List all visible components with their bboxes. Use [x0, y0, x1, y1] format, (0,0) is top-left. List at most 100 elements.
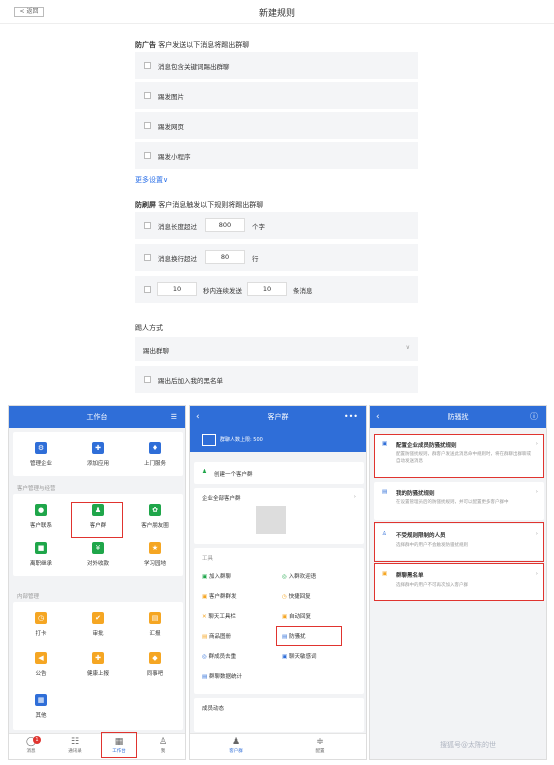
- length-label: 消息长度超过: [158, 223, 197, 231]
- info-icon[interactable]: ⓘ: [530, 406, 538, 428]
- burst-seconds-input[interactable]: 10: [157, 282, 197, 296]
- tool-label: 聊天工具栏: [208, 614, 236, 620]
- ad-heading-text: 客户发送以下消息将踢出群聊: [158, 41, 250, 49]
- checkbox[interactable]: [144, 92, 151, 99]
- chevron-down-icon: ∨: [405, 344, 410, 351]
- app-other[interactable]: ▦ 其他: [13, 694, 69, 719]
- highlight-workbench-tab: [101, 732, 137, 758]
- app-approval[interactable]: ✔ 审批: [70, 612, 126, 637]
- app-health[interactable]: ✚ 健康上报: [70, 652, 126, 677]
- list-icon: ▤: [382, 489, 388, 495]
- my-rules-item[interactable]: ▤ 我的防骚扰规则 在设置管理员后的防骚扰规则，并可以配置更多客户群中 ›: [374, 482, 544, 520]
- tool-label: 自动回复: [288, 614, 311, 620]
- tool-quick-reply[interactable]: ◷ 快捷回复: [282, 592, 311, 600]
- internal-app-card: ◷ 打卡 ✔ 审批 ▤ 汇报 ◀ 公告 ✚ 健康上报 ◆ 同事吧 ▦ 其他: [13, 602, 183, 730]
- toolbar-icon: ✕: [202, 614, 207, 620]
- add-app-icon: ✚: [92, 442, 104, 454]
- tool-label: 聊天敏感词: [288, 654, 317, 660]
- tool-welcome[interactable]: ◎ 入群欢迎语: [282, 572, 316, 580]
- ad-option-row[interactable]: 踢发网页: [135, 112, 418, 139]
- app-clockin[interactable]: ◷ 打卡: [13, 612, 69, 637]
- checkbox[interactable]: [144, 152, 151, 159]
- blacklist-row[interactable]: 踢出后加入我的黑名单: [135, 366, 418, 393]
- more-icon[interactable]: •••: [344, 406, 358, 428]
- tool-catalog[interactable]: ▤ 商品图册: [202, 632, 231, 640]
- burst-mid-label: 秒内连续发送: [203, 287, 242, 295]
- group-grid-icon: [202, 434, 216, 446]
- lines-input[interactable]: 80: [205, 250, 245, 264]
- tool-broadcast[interactable]: ▣ 客户群群发: [202, 592, 236, 600]
- kick-method-select[interactable]: 踢出群聊 ∨: [135, 337, 418, 361]
- app-label: 管理企业: [29, 461, 52, 467]
- app-colleagues[interactable]: ◆ 同事吧: [127, 652, 183, 677]
- lines-rule-row[interactable]: 消息换行超过 80 行: [135, 244, 418, 271]
- tool-chat-toolbar[interactable]: ✕ 聊天工具栏: [202, 612, 236, 620]
- item-title: 我的防骚扰规则: [396, 491, 435, 497]
- tool-stats[interactable]: ▤ 群聊数据统计: [202, 672, 242, 680]
- settings-icon[interactable]: ☰: [171, 406, 177, 428]
- section-customer-label: 客户管理与经营: [17, 486, 56, 492]
- app-label: 客户朋友圈: [141, 523, 169, 529]
- all-groups-card[interactable]: 企业全部客户群 ›: [194, 488, 364, 544]
- checkbox[interactable]: [144, 286, 151, 293]
- select-value: 踢出群聊: [143, 347, 169, 355]
- burst-count-input[interactable]: 10: [247, 282, 287, 296]
- app-label: 添加应用: [86, 461, 109, 467]
- inherit-icon: ■: [35, 542, 47, 554]
- create-group-card[interactable]: ♟ 创建一个客户群: [194, 462, 364, 484]
- app-report[interactable]: ▤ 汇报: [127, 612, 183, 637]
- page-title: 新建规则: [258, 9, 295, 19]
- tab-contacts[interactable]: ☷ 通讯录: [57, 737, 93, 754]
- app-learning[interactable]: ★ 学习园地: [127, 542, 183, 567]
- welcome-icon: ◎: [282, 574, 287, 580]
- tool-sensitive-words[interactable]: ▣ 聊天敏感词: [282, 652, 316, 660]
- app-moments[interactable]: ✿ 客户朋友圈: [127, 504, 183, 529]
- tool-auto-reply[interactable]: ▣ 自动回复: [282, 612, 311, 620]
- app-customer-contact[interactable]: ● 客户联系: [13, 504, 69, 529]
- tool-join-group[interactable]: ▣ 加入群聊: [202, 572, 231, 580]
- item-desc: 在设置管理员后的防骚扰规则，并可以配置更多客户群中: [396, 500, 509, 505]
- ad-option-row[interactable]: 踢发图片: [135, 82, 418, 109]
- length-input[interactable]: 800: [205, 218, 245, 232]
- option-label: 消息包含关键词踢出群聊: [158, 63, 230, 71]
- app-payment[interactable]: ¥ 对外收款: [70, 542, 126, 567]
- anti-harass-header: ‹ 防骚扰 ⓘ: [370, 406, 546, 428]
- app-add[interactable]: ✚ 添加应用: [70, 442, 126, 467]
- app-notice[interactable]: ◀ 公告: [13, 652, 69, 677]
- tab-messages[interactable]: ◯ 消息: [13, 737, 49, 754]
- back-icon[interactable]: ‹: [196, 406, 200, 428]
- tool-dedupe[interactable]: ◎ 群成员去重: [202, 652, 236, 660]
- approval-icon: ✔: [92, 612, 104, 624]
- ad-option-row[interactable]: 消息包含关键词踢出群聊: [135, 52, 418, 79]
- checkbox[interactable]: [144, 376, 151, 383]
- app-onsite[interactable]: ♦ 上门服务: [127, 442, 183, 467]
- dedupe-icon: ◎: [202, 654, 207, 660]
- checkbox[interactable]: [144, 122, 151, 129]
- tab-me[interactable]: ♙ 我: [145, 737, 181, 754]
- burst-rule-row[interactable]: 10 秒内连续发送 10 条消息: [135, 276, 418, 303]
- highlight-anti-harass: [276, 626, 342, 646]
- app-label: 公告: [35, 671, 47, 677]
- app-label: 打卡: [35, 631, 47, 637]
- message-icon: ◯: [25, 737, 37, 747]
- length-rule-row[interactable]: 消息长度超过 800 个字: [135, 212, 418, 239]
- checkbox[interactable]: [144, 62, 151, 69]
- ad-option-row[interactable]: 踢发小程序: [135, 142, 418, 169]
- tool-label: 客户群群发: [208, 594, 237, 600]
- notice-icon: ◀: [35, 652, 47, 664]
- app-resign-inherit[interactable]: ■ 离职继承: [13, 542, 69, 567]
- tool-label: 快捷回复: [288, 594, 311, 600]
- unread-badge: 1: [33, 736, 41, 744]
- length-unit: 个字: [252, 223, 265, 231]
- tab-config[interactable]: ≑ 配置: [302, 737, 338, 754]
- tab-customer-group[interactable]: ♟ 客户群: [218, 737, 254, 754]
- checkbox[interactable]: [144, 222, 151, 229]
- more-settings-link[interactable]: 更多设置∨: [135, 175, 168, 185]
- app-manage-enterprise[interactable]: ⚙ 管理企业: [13, 442, 69, 467]
- back-icon[interactable]: ‹: [376, 406, 380, 428]
- app-label: 对外收款: [86, 561, 109, 567]
- checkbox[interactable]: [144, 254, 151, 261]
- colleagues-icon: ◆: [149, 652, 161, 664]
- section-internal-label: 内部管理: [17, 594, 40, 600]
- payment-icon: ¥: [92, 542, 104, 554]
